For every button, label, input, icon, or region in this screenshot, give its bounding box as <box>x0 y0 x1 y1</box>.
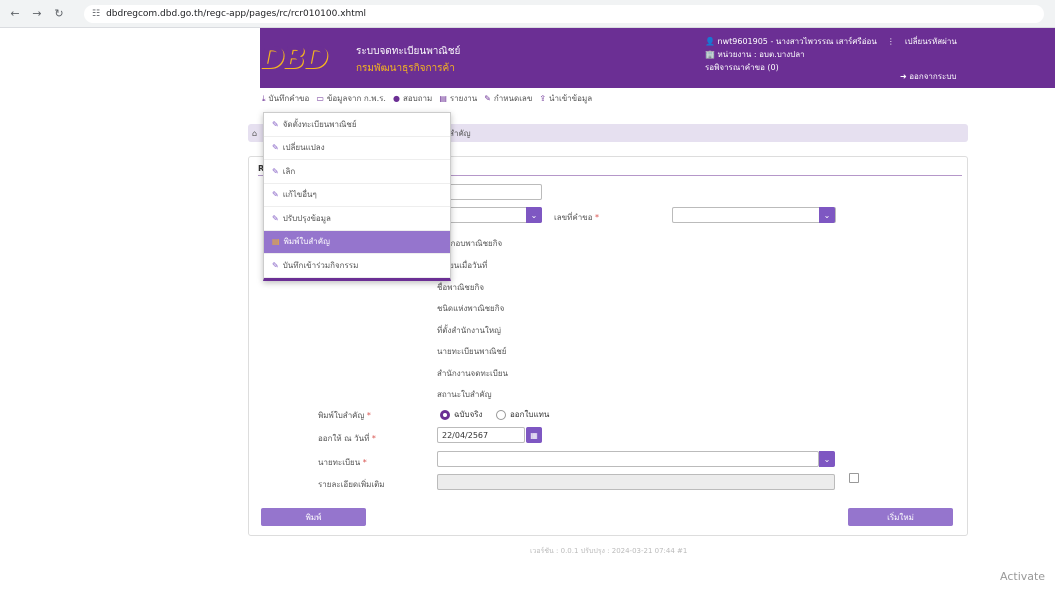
dropdown-item-print-certificate[interactable]: ▤ พิมพ์ใบสำคัญ <box>264 230 450 254</box>
activate-watermark: Activate <box>1000 570 1046 583</box>
edit-icon: ✎ <box>484 94 491 103</box>
registrar-select[interactable] <box>437 451 819 467</box>
info-label: ชื่อพาณิชยกิจ <box>437 283 485 292</box>
print-button[interactable]: พิมพ์ <box>261 508 366 526</box>
reload-icon[interactable]: ↻ <box>52 7 66 21</box>
header-white-area <box>0 28 260 88</box>
details-input <box>437 474 835 490</box>
address-bar[interactable]: ☷ dbdregcom.dbd.go.th/regc-app/pages/rc/… <box>84 5 1044 23</box>
main-menu: ⤓ บันทึกคำขอ ▭ ข้อมูลจาก ก.พ.ร. ● สอบถาม ▤ ร… <box>262 92 592 105</box>
record-request-dropdown: ✎ จัดตั้งทะเบียนพาณิชย์ ✎ เปลี่ยนแปลง ✎ เลิ… <box>263 112 451 281</box>
menu-opdc-data[interactable]: ▭ ข้อมูลจาก ก.พ.ร. <box>316 92 386 105</box>
download-icon: ⤓ <box>262 93 266 103</box>
system-name: ระบบจดทะเบียนพาณิชย์ <box>356 46 461 57</box>
report-icon: ▤ <box>439 94 447 103</box>
search-input[interactable] <box>437 184 542 200</box>
info-label: นายทะเบียนพาณิชย์ <box>437 347 507 356</box>
radio-copy[interactable]: ออกใบแทน <box>496 408 549 421</box>
details-label: รายละเอียดเพิ่มเติม <box>318 480 385 489</box>
edit-icon: ✎ <box>272 260 279 270</box>
request-no-label: เลขที่คำขอ * <box>554 213 600 222</box>
logout-link[interactable]: ➜ ออกจากระบบ <box>900 70 956 83</box>
edit-icon: ✎ <box>272 119 279 129</box>
issue-date-input[interactable]: 22/04/2567 <box>437 427 525 443</box>
edit-icon: ✎ <box>272 213 279 223</box>
monitor-icon: ▭ <box>316 94 324 103</box>
site-info-icon[interactable]: ☷ <box>92 9 100 19</box>
dropdown-item-register[interactable]: ✎ จัดตั้งทะเบียนพาณิชย์ <box>264 113 450 137</box>
radio-dot <box>496 409 506 420</box>
calendar-icon[interactable]: ▦ <box>526 427 542 443</box>
dropdown-item-change[interactable]: ✎ เปลี่ยนแปลง <box>264 137 450 160</box>
radio-original[interactable]: ฉบับจริง <box>440 408 483 421</box>
chevron-down-icon[interactable]: ⌄ <box>819 207 835 223</box>
menu-report[interactable]: ▤ รายงาน <box>439 92 477 105</box>
dropdown-item-other-edit[interactable]: ✎ แก้ไขอื่นๆ <box>264 184 450 207</box>
change-password-link[interactable]: เปลี่ยนรหัสผ่าน <box>905 35 957 48</box>
details-checkbox[interactable] <box>849 473 859 483</box>
forward-icon[interactable]: → <box>30 7 44 21</box>
breadcrumb-current: สำคัญ <box>449 128 471 138</box>
radio-dot <box>440 409 450 420</box>
url-text: dbdregcom.dbd.go.th/regc-app/pages/rc/rc… <box>106 9 367 19</box>
dropdown-item-update[interactable]: ✎ ปรับปรุงข้อมูล <box>264 207 450 231</box>
info-label: ชนิดแห่งพาณิชยกิจ <box>437 304 505 313</box>
version-text: เวอร์ชัน : 0.0.1 ปรับปรุง : 2024-03-21 0… <box>530 547 688 555</box>
unit-label: 🏢 หน่วยงาน : อบต.บางปลา <box>705 50 805 59</box>
menu-dots-icon[interactable]: ⋮ <box>887 35 895 48</box>
chevron-down-icon[interactable]: ⌄ <box>526 207 542 223</box>
back-icon[interactable]: ← <box>8 7 22 21</box>
menu-numbering[interactable]: ✎ กำหนดเลข <box>484 92 532 105</box>
edit-icon: ✎ <box>272 190 279 200</box>
print-label: พิมพ์ใบสำคัญ * <box>318 411 371 420</box>
user-area: 👤 nwt9601905 - นางสาวไพวรรณ เสาร์ศรีอ่อน… <box>705 35 957 74</box>
info-label: ที่ตั้งสำนักงานใหญ่ <box>437 326 501 335</box>
department-name: กรมพัฒนาธุรกิจการค้า <box>356 63 455 74</box>
menu-record-request[interactable]: ⤓ บันทึกคำขอ <box>262 92 309 105</box>
edit-icon: ✎ <box>272 143 279 153</box>
issue-date-label: ออกให้ ณ วันที่ * <box>318 434 376 443</box>
document-icon: ▤ <box>272 237 280 247</box>
info-label: สถานะใบสำคัญ <box>437 390 492 399</box>
reset-button[interactable]: เริ่มใหม่ <box>848 508 953 526</box>
dbd-logo[interactable]: DBD <box>260 40 344 76</box>
dropdown-item-activity[interactable]: ✎ บันทึกเข้าร่วมกิจกรรม <box>264 254 450 278</box>
menu-import[interactable]: ⇪ นำเข้าข้อมูล <box>539 92 592 105</box>
dropdown-item-cancel[interactable]: ✎ เลิก <box>264 160 450 184</box>
chat-icon: ● <box>392 94 400 103</box>
registrar-label: นายทะเบียน * <box>318 458 367 467</box>
menu-inquiry[interactable]: ● สอบถาม <box>393 92 432 105</box>
import-icon: ⇪ <box>539 94 547 103</box>
info-label: สำนักงานจดทะเบียน <box>437 369 508 378</box>
edit-icon: ✎ <box>272 166 279 176</box>
home-icon[interactable]: ⌂ <box>252 129 257 138</box>
brand-name: ระบบจดทะเบียนพาณิชย์ กรมพัฒนาธุรกิจการค้… <box>356 44 460 76</box>
request-no-select[interactable] <box>672 207 836 223</box>
chevron-down-icon[interactable]: ⌄ <box>819 451 835 467</box>
user-name: 👤 nwt9601905 - นางสาวไพวรรณ เสาร์ศรีอ่อน <box>705 37 877 46</box>
